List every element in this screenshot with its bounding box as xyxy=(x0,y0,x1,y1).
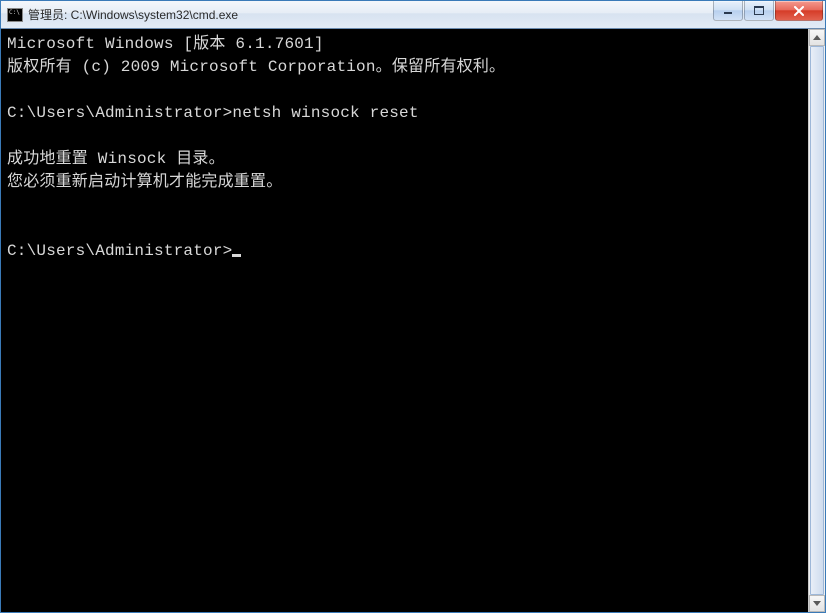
terminal-line: C:\Users\Administrator> xyxy=(7,242,232,260)
window-controls xyxy=(713,1,823,21)
terminal-line: C:\Users\Administrator>netsh winsock res… xyxy=(7,104,419,122)
titlebar[interactable]: 管理员: C:\Windows\system32\cmd.exe xyxy=(1,1,825,29)
cmd-icon xyxy=(7,8,23,22)
terminal-line: 您必须重新启动计算机才能完成重置。 xyxy=(7,173,282,191)
window-title: 管理员: C:\Windows\system32\cmd.exe xyxy=(28,6,238,23)
terminal-line: 成功地重置 Winsock 目录。 xyxy=(7,150,225,168)
scroll-up-button[interactable] xyxy=(809,29,825,46)
chevron-up-icon xyxy=(813,35,821,40)
terminal-line: Microsoft Windows [版本 6.1.7601] xyxy=(7,35,324,53)
vertical-scrollbar[interactable] xyxy=(808,29,825,612)
terminal-line: 版权所有 (c) 2009 Microsoft Corporation。保留所有… xyxy=(7,58,505,76)
terminal-area: Microsoft Windows [版本 6.1.7601] 版权所有 (c)… xyxy=(1,29,825,612)
cursor xyxy=(232,254,241,257)
close-icon xyxy=(793,6,805,16)
scroll-thumb[interactable] xyxy=(810,46,824,595)
close-button[interactable] xyxy=(775,1,823,21)
maximize-icon xyxy=(754,6,764,15)
scroll-track[interactable] xyxy=(809,46,825,595)
maximize-button[interactable] xyxy=(744,1,774,21)
cmd-window: 管理员: C:\Windows\system32\cmd.exe Microso… xyxy=(0,0,826,613)
terminal-output[interactable]: Microsoft Windows [版本 6.1.7601] 版权所有 (c)… xyxy=(1,29,808,612)
chevron-down-icon xyxy=(813,601,821,606)
minimize-button[interactable] xyxy=(713,1,743,21)
minimize-icon xyxy=(723,7,733,15)
scroll-down-button[interactable] xyxy=(809,595,825,612)
